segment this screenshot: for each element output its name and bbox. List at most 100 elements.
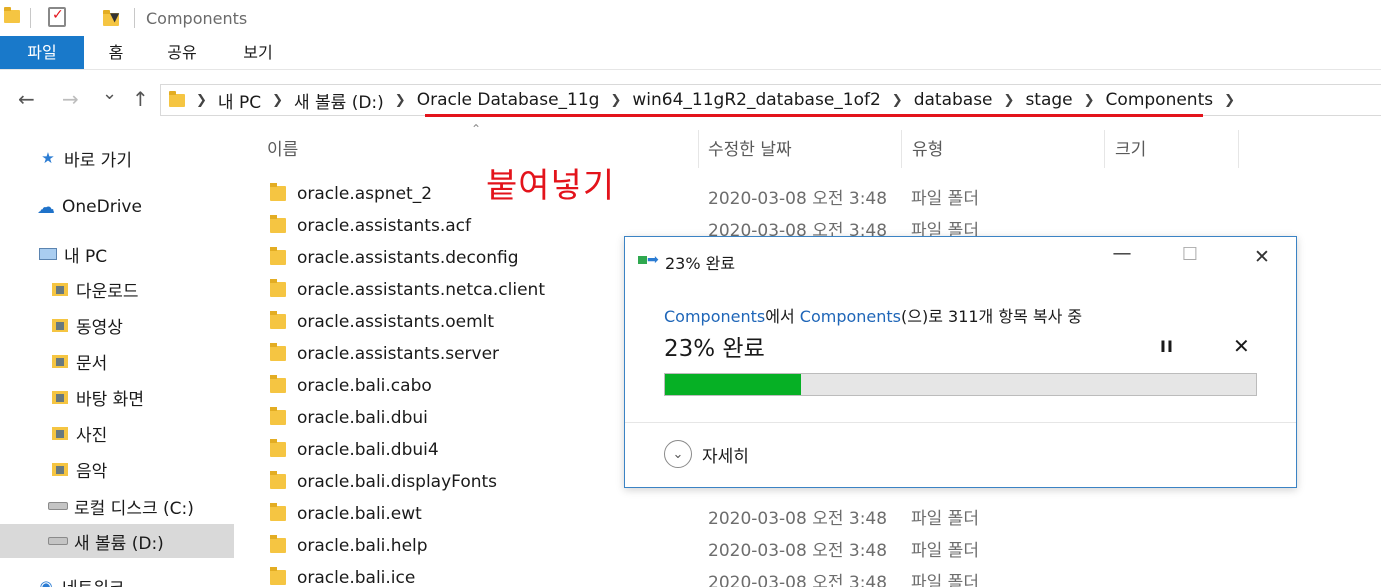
- chevron-right-icon[interactable]: ❯: [892, 93, 903, 108]
- drive-icon: [48, 497, 68, 515]
- file-name: oracle.bali.cabo: [297, 376, 432, 396]
- dialog-divider: [625, 422, 1296, 423]
- chevron-down-icon: ⌄: [664, 440, 692, 468]
- breadcrumb-oracle-database[interactable]: Oracle Database_11g: [417, 90, 600, 110]
- sidebar-item-onedrive[interactable]: ☁ OneDrive: [36, 191, 142, 223]
- ribbon-tabs: 파일 홈 공유 보기: [0, 36, 1381, 70]
- file-type: 파일 폴더: [911, 509, 979, 529]
- toolbar-divider: [134, 8, 135, 28]
- file-name: oracle.aspnet_2: [297, 184, 433, 204]
- column-header-type[interactable]: 유형: [912, 132, 943, 168]
- tab-share[interactable]: 공유: [156, 36, 208, 69]
- tab-view[interactable]: 보기: [232, 36, 284, 69]
- folder-icon: [270, 567, 286, 585]
- destination-folder-link[interactable]: Components: [800, 307, 901, 326]
- folder-icon: [270, 407, 286, 425]
- file-name: oracle.assistants.acf: [297, 216, 471, 236]
- list-item[interactable]: oracle.bali.ewt 2020-03-08 오전 3:48 파일 폴더: [262, 499, 1381, 531]
- folder-icon: [270, 375, 286, 393]
- progress-status: 23% 완료: [664, 336, 765, 362]
- customize-dropdown-icon[interactable]: ▼: [110, 10, 119, 24]
- breadcrumb-pc[interactable]: 내 PC: [218, 88, 261, 113]
- column-header-size[interactable]: 크기: [1115, 132, 1146, 168]
- sidebar-item-music[interactable]: 음악: [50, 453, 107, 485]
- toolbar-divider: [30, 8, 31, 28]
- dialog-title: 23% 완료: [665, 254, 736, 273]
- breadcrumb-components[interactable]: Components: [1106, 90, 1214, 110]
- chevron-right-icon[interactable]: ❯: [272, 93, 283, 108]
- sidebar-item-label: 바로 가기: [64, 150, 132, 171]
- copy-progress-icon: ➡: [638, 253, 660, 267]
- breadcrumb-database[interactable]: database: [914, 90, 993, 110]
- breadcrumb-volume-d[interactable]: 새 볼륨 (D:): [294, 88, 384, 113]
- list-item[interactable]: oracle.bali.help 2020-03-08 오전 3:48 파일 폴…: [262, 531, 1381, 563]
- column-header-name[interactable]: 이름: [267, 132, 298, 168]
- sidebar-item-label: 네트워크: [62, 574, 125, 587]
- forward-icon[interactable]: →: [62, 87, 79, 111]
- sidebar-item-volume-d[interactable]: 새 볼륨 (D:): [0, 524, 234, 558]
- sidebar-item-local-disk-c[interactable]: 로컬 디스크 (C:): [48, 490, 194, 522]
- sidebar-item-label: 음악: [76, 461, 108, 482]
- pause-button[interactable]: II: [1160, 337, 1174, 356]
- sidebar-item-videos[interactable]: 동영상: [50, 309, 123, 341]
- sidebar-item-label: 다운로드: [76, 281, 139, 302]
- column-divider[interactable]: [698, 130, 699, 168]
- network-icon: ◉: [39, 577, 53, 587]
- cancel-copy-button[interactable]: ✕: [1233, 334, 1250, 358]
- column-divider[interactable]: [901, 130, 902, 168]
- chevron-right-icon[interactable]: ❯: [395, 93, 406, 108]
- column-divider[interactable]: [1104, 130, 1105, 168]
- sidebar-item-documents[interactable]: 문서: [50, 345, 107, 377]
- chevron-right-icon[interactable]: ❯: [610, 93, 621, 108]
- paste-annotation: 붙여넣기: [486, 166, 616, 206]
- file-date: 2020-03-08 오전 3:48: [708, 189, 888, 209]
- sidebar-item-this-pc[interactable]: 내 PC: [38, 238, 107, 270]
- minimize-button[interactable]: —: [1107, 242, 1137, 264]
- breadcrumb-stage[interactable]: stage: [1025, 90, 1072, 110]
- sidebar-item-desktop[interactable]: 바탕 화면: [50, 381, 144, 413]
- details-toggle[interactable]: ⌄ 자세히: [664, 439, 749, 469]
- video-folder-icon: [50, 316, 70, 334]
- file-date: 2020-03-08 오전 3:48: [708, 573, 888, 587]
- address-bar[interactable]: ❯ 내 PC ❯ 새 볼륨 (D:) ❯ Oracle Database_11g…: [160, 84, 1381, 116]
- navigation-bar: ← → ⌄ ↑ ❯ 내 PC ❯ 새 볼륨 (D:) ❯ Oracle Data…: [0, 70, 1381, 132]
- file-date: 2020-03-08 오전 3:48: [708, 541, 888, 561]
- sidebar-item-pictures[interactable]: 사진: [50, 417, 107, 449]
- properties-checkmark-icon[interactable]: ✓: [48, 7, 66, 27]
- recent-locations-icon[interactable]: ⌄: [102, 83, 117, 104]
- back-icon[interactable]: ←: [18, 87, 35, 111]
- column-header-date[interactable]: 수정한 날짜: [708, 132, 792, 168]
- sidebar-item-network[interactable]: ◉ 네트워크: [36, 570, 125, 587]
- sidebar-item-quick-access[interactable]: ★ 바로 가기: [38, 142, 132, 174]
- source-folder-link[interactable]: Components: [664, 307, 765, 326]
- file-name: oracle.bali.dbui4: [297, 440, 439, 460]
- chevron-right-icon[interactable]: ❯: [1004, 93, 1015, 108]
- up-icon[interactable]: ↑: [132, 87, 149, 111]
- sidebar-item-downloads[interactable]: 다운로드: [50, 273, 139, 305]
- pc-icon: [38, 245, 58, 263]
- breadcrumb-win64-database[interactable]: win64_11gR2_database_1of2: [632, 90, 880, 110]
- tab-home[interactable]: 홈: [96, 36, 136, 69]
- cloud-icon: ☁: [37, 196, 55, 218]
- progress-fill: [665, 374, 801, 395]
- sidebar-item-label: 로컬 디스크 (C:): [74, 498, 194, 519]
- title-bar: ✓ ▼ Components: [0, 0, 1381, 36]
- copy-message: Components에서 Components(으)로 311개 항목 복사 중: [664, 303, 1082, 327]
- file-name: oracle.assistants.netca.client: [297, 280, 545, 300]
- maximize-button[interactable]: ☐: [1175, 244, 1205, 265]
- file-name: oracle.assistants.deconfig: [297, 248, 519, 268]
- tab-file[interactable]: 파일: [0, 36, 84, 69]
- desktop-folder-icon: [50, 388, 70, 406]
- list-item[interactable]: oracle.aspnet_2 2020-03-08 오전 3:48 파일 폴더: [262, 179, 1381, 211]
- chevron-right-icon[interactable]: ❯: [1224, 93, 1235, 108]
- column-divider[interactable]: [1238, 130, 1239, 168]
- navigation-pane: ★ 바로 가기 ☁ OneDrive 내 PC 다운로드 동영상 문서 바탕 화…: [0, 132, 236, 587]
- chevron-right-icon[interactable]: ❯: [196, 93, 207, 108]
- progress-bar: [664, 373, 1257, 396]
- list-item[interactable]: oracle.bali.ice 2020-03-08 오전 3:48 파일 폴더: [262, 563, 1381, 587]
- file-name: oracle.bali.ewt: [297, 504, 422, 524]
- chevron-right-icon[interactable]: ❯: [1084, 93, 1095, 108]
- drive-icon: [48, 532, 68, 550]
- close-button[interactable]: ✕: [1247, 246, 1277, 268]
- sidebar-item-label: 문서: [76, 353, 108, 374]
